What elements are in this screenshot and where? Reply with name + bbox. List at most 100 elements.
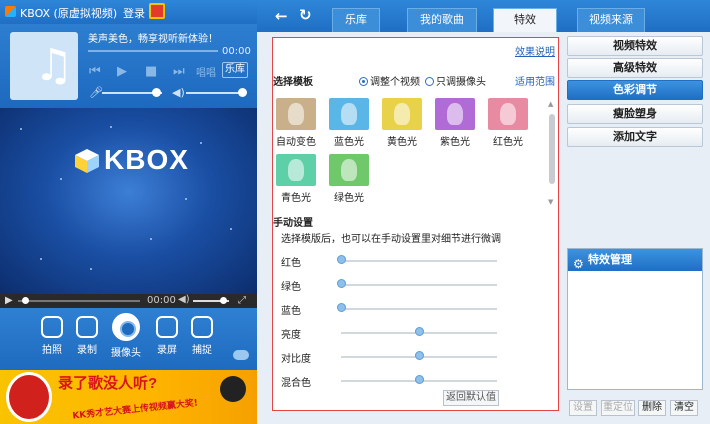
- scroll-down-icon[interactable]: ▼: [548, 198, 553, 206]
- side-video-effects[interactable]: 视频特效: [567, 36, 703, 56]
- tool-screen-record[interactable]: 录屏: [148, 316, 186, 356]
- refresh-icon[interactable]: ↻: [299, 6, 312, 24]
- tool-label: 录制: [77, 345, 97, 356]
- slider-knob[interactable]: [415, 375, 424, 384]
- speaker-icon[interactable]: ◀): [178, 294, 190, 305]
- template-label: 自动变色: [276, 137, 316, 148]
- relocate-button[interactable]: 重定位: [601, 400, 635, 416]
- side-face-slim[interactable]: 瘦脸塑身: [567, 104, 703, 124]
- slider-track[interactable]: [341, 284, 497, 286]
- song-title: 美声美色，畅享视听新体验！: [88, 34, 218, 45]
- video-progress-knob[interactable]: [22, 297, 29, 304]
- main-panel: ← ↻ 乐库 我的歌曲 特效 视频来源 效果说明 选择模板 调整个视频 只调摄像…: [257, 0, 710, 424]
- radio-whole-video[interactable]: 调整个视频: [359, 73, 420, 88]
- template-purple[interactable]: 紫色光: [432, 98, 478, 148]
- template-thumbnail: [435, 98, 475, 130]
- banner-title: 录了歌没人听?: [58, 375, 158, 392]
- app-title: KBOX (原虚拟视频): [20, 7, 118, 20]
- template-cyan[interactable]: 青色光: [273, 154, 319, 204]
- slider-track[interactable]: [341, 260, 497, 262]
- kbox-cube-icon: [75, 149, 99, 173]
- scope-link[interactable]: 适用范围: [515, 73, 555, 88]
- play-icon[interactable]: ▶: [117, 64, 127, 79]
- tool-webcam[interactable]: 摄像头: [107, 313, 145, 359]
- tool-label: 捕捉: [192, 345, 212, 356]
- template-thumbnail: [329, 98, 369, 130]
- slider-knob[interactable]: [415, 327, 424, 336]
- record-disc-image: [220, 376, 246, 402]
- singing-mouth-image: [6, 372, 52, 422]
- music-note-icon: ♫: [34, 40, 74, 91]
- back-arrow-icon[interactable]: ←: [275, 7, 288, 25]
- template-blue[interactable]: 蓝色光: [326, 98, 372, 148]
- sing-button[interactable]: 唱唱: [196, 64, 216, 79]
- clear-button[interactable]: 清空: [670, 400, 698, 416]
- previous-icon[interactable]: ⏮: [89, 64, 101, 79]
- side-color-adjust[interactable]: 色彩调节: [567, 80, 703, 100]
- tab-my-songs[interactable]: 我的歌曲: [407, 8, 477, 32]
- tab-video-source[interactable]: 视频来源: [577, 8, 645, 32]
- radio-label: 只调摄像头: [436, 77, 486, 88]
- radio-unselected-icon: [425, 77, 434, 86]
- tool-label: 拍照: [42, 345, 62, 356]
- play-icon[interactable]: ▶: [5, 295, 13, 306]
- tool-record[interactable]: 录制: [68, 316, 106, 356]
- gear-icon: ⚙: [573, 257, 584, 271]
- expand-toggle[interactable]: [233, 350, 249, 360]
- mic-volume-knob[interactable]: [152, 88, 161, 97]
- banner-subtitle: KK秀才艺大赛上传视频赢大奖!: [71, 398, 199, 422]
- tool-photo[interactable]: 拍照: [33, 316, 71, 356]
- reset-default-button[interactable]: 返回默认值: [443, 390, 499, 406]
- slider-knob[interactable]: [337, 279, 346, 288]
- video-time: 00:00: [147, 295, 176, 306]
- tool-capture[interactable]: 捕捉: [183, 316, 221, 356]
- template-label: 蓝色光: [334, 137, 364, 148]
- now-playing-panel: ♫ 美声美色，畅享视听新体验！ 00:00 ⏮ ▶ ■ ⏭ 唱唱 乐库 🎤︎ ◀…: [0, 24, 257, 108]
- scroll-up-icon[interactable]: ▲: [548, 100, 553, 108]
- slider-track[interactable]: [341, 308, 497, 310]
- template-scrollbar[interactable]: [549, 114, 555, 184]
- settings-button[interactable]: 设置: [569, 400, 597, 416]
- template-green[interactable]: 绿色光: [326, 154, 372, 204]
- song-progress[interactable]: [88, 50, 218, 52]
- template-yellow[interactable]: 黄色光: [379, 98, 425, 148]
- effect-instructions-link[interactable]: 效果说明: [515, 43, 555, 58]
- player-panel: KBOX (原虚拟视频) 登录 ♫ 美声美色，畅享视听新体验！ 00:00 ⏮ …: [0, 0, 257, 424]
- slider-label: 蓝色: [281, 306, 301, 317]
- slider-label: 绿色: [281, 282, 301, 293]
- side-advanced-effects[interactable]: 高级特效: [567, 58, 703, 78]
- tab-library[interactable]: 乐库: [332, 8, 380, 32]
- template-red[interactable]: 红色光: [485, 98, 531, 148]
- ad-banner[interactable]: 录了歌没人听? KK秀才艺大赛上传视频赢大奖!: [0, 370, 257, 424]
- album-art: ♫: [10, 32, 78, 100]
- template-auto[interactable]: 自动变色: [273, 98, 319, 148]
- video-control-bar: ▶ 00:00 ◀) ⤢: [0, 294, 257, 308]
- slider-knob[interactable]: [415, 351, 424, 360]
- fullscreen-icon[interactable]: ⤢: [238, 295, 246, 306]
- effect-manager-header: ⚙ 特效管理: [568, 249, 702, 271]
- next-icon[interactable]: ⏭: [173, 64, 185, 79]
- library-button[interactable]: 乐库: [222, 62, 248, 78]
- delete-button[interactable]: 删除: [638, 400, 666, 416]
- radio-label: 调整个视频: [370, 77, 420, 88]
- radio-camera-only[interactable]: 只调摄像头: [425, 73, 486, 88]
- slider-knob[interactable]: [337, 303, 346, 312]
- radio-selected-icon: [359, 77, 368, 86]
- microphone-icon: 🎤︎: [89, 86, 103, 99]
- slider-label: 混合色: [281, 378, 311, 389]
- side-add-text[interactable]: 添加文字: [567, 127, 703, 147]
- slider-knob[interactable]: [337, 255, 346, 264]
- stop-icon[interactable]: ■: [145, 64, 157, 79]
- tool-label: 摄像头: [111, 348, 141, 359]
- tool-bar: 拍照 录制 摄像头 录屏 捕捉: [0, 308, 257, 370]
- login-link[interactable]: 登录: [123, 5, 145, 21]
- video-volume-knob[interactable]: [220, 297, 227, 304]
- volume-knob[interactable]: [238, 88, 247, 97]
- title-bar: KBOX (原虚拟视频) 登录: [0, 0, 257, 24]
- tab-effects[interactable]: 特效: [493, 8, 557, 32]
- gift-icon[interactable]: [149, 3, 165, 19]
- template-label: 紫色光: [440, 137, 470, 148]
- volume-slider[interactable]: [186, 92, 246, 94]
- webcam-icon: [112, 313, 140, 341]
- video-progress[interactable]: [18, 300, 140, 302]
